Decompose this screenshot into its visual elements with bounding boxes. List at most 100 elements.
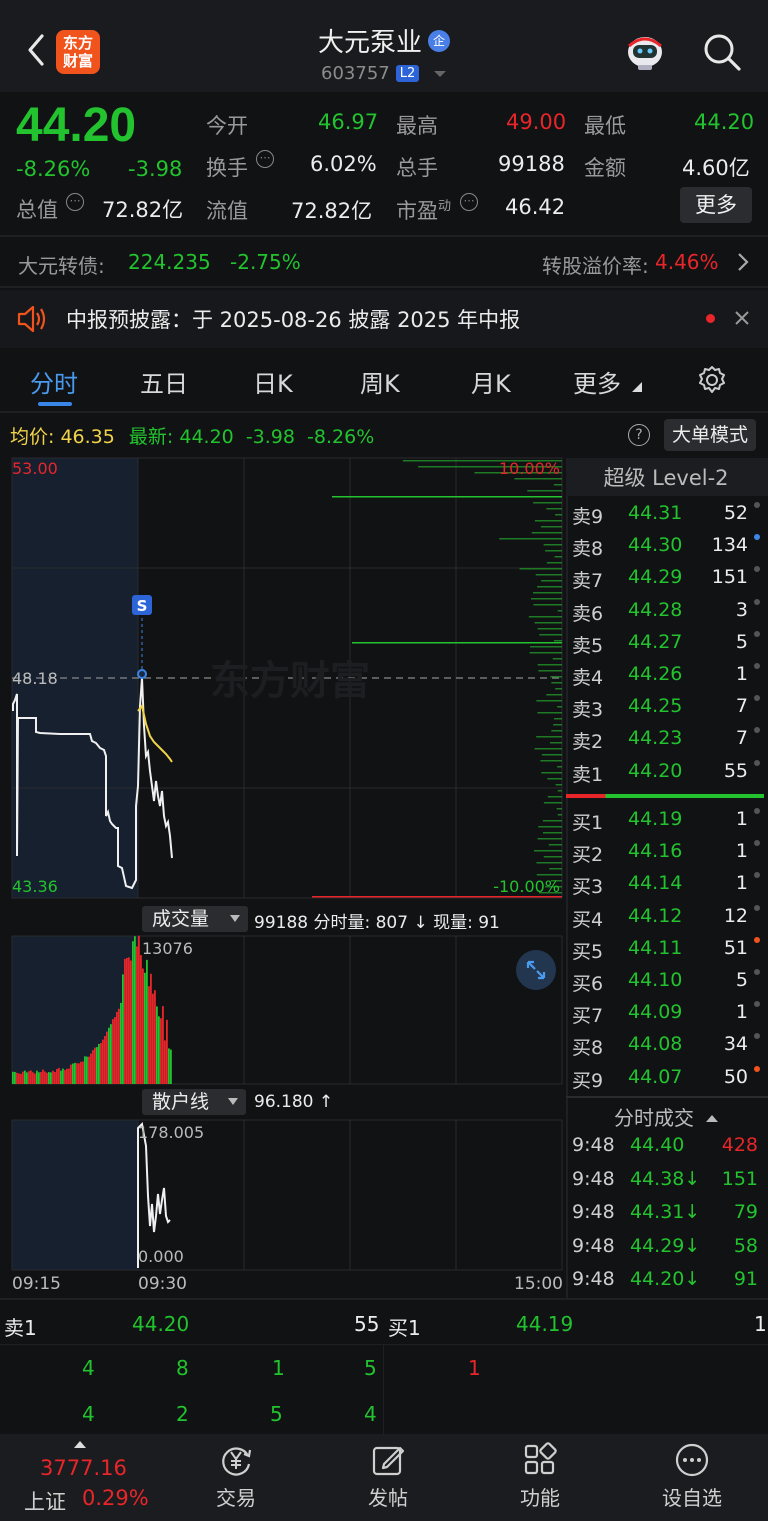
volume-bar bbox=[56, 1069, 58, 1084]
volume-bar bbox=[106, 1032, 108, 1084]
profile-bar bbox=[558, 790, 562, 792]
order-book-row[interactable]: 买8 44.08 34 bbox=[570, 1033, 766, 1065]
retail-dropdown[interactable]: 散户线 bbox=[142, 1089, 246, 1115]
order-price: 44.07 bbox=[628, 1066, 682, 1088]
order-book-row[interactable]: 卖5 44.27 5 bbox=[570, 631, 766, 663]
nav-post[interactable]: 发帖 bbox=[338, 1442, 438, 1511]
tab-monthly-k[interactable]: 月K bbox=[471, 364, 511, 399]
order-level-label: 卖4 bbox=[572, 663, 603, 690]
queue-ask-label: 卖1 bbox=[4, 1312, 37, 1341]
close-icon[interactable] bbox=[734, 310, 750, 326]
volume-stats: 99188 分时量: 807 ↓ 现量: 91 bbox=[254, 908, 500, 933]
price-marker-dot bbox=[138, 670, 146, 678]
info-icon[interactable]: ⋯ bbox=[460, 193, 478, 211]
volume-bar bbox=[68, 1069, 70, 1084]
y-axis-bottom: 43.36 bbox=[12, 877, 58, 896]
more-circle-icon bbox=[674, 1442, 710, 1478]
order-price: 44.31 bbox=[628, 502, 682, 524]
order-book-row[interactable]: 买2 44.16 1 bbox=[570, 840, 766, 872]
help-icon[interactable]: ? bbox=[628, 424, 650, 446]
order-price: 44.09 bbox=[628, 1001, 682, 1023]
order-book-row[interactable]: 买1 44.19 1 bbox=[570, 808, 766, 840]
order-price: 44.12 bbox=[628, 905, 682, 927]
order-book-row[interactable]: 买4 44.12 12 bbox=[570, 905, 766, 937]
profile-bar bbox=[514, 478, 562, 480]
order-book-row[interactable]: 卖8 44.30 134 bbox=[570, 534, 766, 566]
bond-label: 大元转债: bbox=[18, 250, 105, 279]
profile-bar bbox=[549, 868, 562, 870]
order-book-row[interactable]: 买5 44.11 51 bbox=[570, 937, 766, 969]
chart-info-row: 均价: 46.35 最新: 44.20 -3.98 -8.26% bbox=[10, 422, 374, 449]
divider bbox=[0, 286, 768, 288]
pe-label-text: 市盈 bbox=[396, 199, 438, 223]
order-book-row[interactable]: 卖9 44.31 52 bbox=[570, 502, 766, 534]
gear-icon[interactable] bbox=[696, 364, 728, 396]
info-icon[interactable]: ⋯ bbox=[256, 150, 274, 168]
order-book-row[interactable]: 卖6 44.28 3 bbox=[570, 599, 766, 631]
profile-bar bbox=[537, 874, 562, 876]
nav-trade[interactable]: 交易 bbox=[186, 1442, 286, 1511]
info-icon[interactable]: ⋯ bbox=[66, 193, 84, 211]
tab-weekly-k[interactable]: 周K bbox=[360, 364, 400, 399]
search-icon[interactable] bbox=[700, 30, 744, 74]
profile-bar bbox=[545, 550, 562, 552]
volume-bar bbox=[128, 957, 130, 1084]
order-book-row[interactable]: 买9 44.07 50 bbox=[570, 1066, 766, 1098]
volume-bar bbox=[132, 941, 134, 1084]
index-value[interactable]: 3777.16 bbox=[40, 1456, 127, 1480]
tab-daily-k[interactable]: 日K bbox=[253, 364, 293, 399]
order-book-row[interactable]: 卖1 44.20 55 bbox=[570, 760, 766, 792]
assistant-robot-icon[interactable] bbox=[624, 32, 666, 72]
queue-cell: 5 bbox=[364, 1356, 377, 1380]
retail-dropdown-label: 散户线 bbox=[152, 1091, 209, 1113]
profile-bar bbox=[551, 730, 562, 732]
tape-title[interactable]: 分时成交 bbox=[566, 1102, 766, 1131]
float-cap-value: 72.82亿 bbox=[291, 195, 372, 225]
notice-banner[interactable]: 中报预披露：于 2025-08-26 披露 2025 年中报 bbox=[0, 290, 768, 348]
order-dot bbox=[754, 905, 760, 911]
volume-bar bbox=[30, 1070, 32, 1084]
order-level-label: 卖3 bbox=[572, 695, 603, 722]
caret-up-icon bbox=[74, 1440, 86, 1448]
profile-bar bbox=[558, 610, 562, 612]
tape-price: 44.20↓ bbox=[630, 1268, 700, 1290]
nav-add-watchlist[interactable]: 设自选 bbox=[642, 1442, 742, 1511]
profile-bar bbox=[551, 682, 562, 684]
volume-bar bbox=[62, 1069, 64, 1084]
queue-cell: 4 bbox=[364, 1402, 377, 1426]
order-book-row[interactable]: 卖2 44.23 7 bbox=[570, 727, 766, 759]
index-percent[interactable]: 0.29% bbox=[82, 1486, 149, 1510]
tab-more[interactable]: 更多 bbox=[573, 364, 621, 399]
order-volume: 1 bbox=[736, 808, 748, 830]
profile-bar bbox=[557, 706, 562, 708]
nav-functions[interactable]: 功能 bbox=[490, 1442, 590, 1511]
order-book-row[interactable]: 卖7 44.29 151 bbox=[570, 566, 766, 598]
order-volume: 5 bbox=[736, 969, 748, 991]
convertible-bond-row[interactable]: 大元转债: 224.235 -2.75% 转股溢价率: 4.46% bbox=[0, 238, 768, 286]
volume-dropdown[interactable]: 成交量 bbox=[142, 906, 248, 932]
bond-change: -2.75% bbox=[230, 250, 301, 274]
tab-five-day[interactable]: 五日 bbox=[140, 364, 188, 399]
active-tab-indicator bbox=[38, 402, 72, 406]
nav-functions-label: 功能 bbox=[520, 1486, 560, 1510]
intraday-chart[interactable]: 东方财富 S 53.00 48.18 43.36 10.00% -10.00% … bbox=[0, 456, 566, 1298]
level2-title[interactable]: 超级 Level-2 bbox=[566, 462, 766, 492]
more-button[interactable]: 更多 bbox=[680, 187, 752, 223]
tape-row: 9:48 44.38↓ 151 bbox=[572, 1168, 764, 1201]
tape-time: 9:48 bbox=[572, 1201, 615, 1223]
order-book-row[interactable]: 买6 44.10 5 bbox=[570, 969, 766, 1001]
market-cap-value: 72.82亿 bbox=[102, 194, 183, 224]
volume-bar bbox=[20, 1074, 22, 1084]
profile-bar bbox=[312, 896, 562, 898]
index-name[interactable]: 上证 bbox=[24, 1486, 66, 1516]
order-book-row[interactable]: 卖3 44.25 7 bbox=[570, 695, 766, 727]
expand-icon[interactable] bbox=[516, 950, 556, 990]
order-book-row[interactable]: 买7 44.09 1 bbox=[570, 1001, 766, 1033]
chevron-up-icon bbox=[706, 1114, 718, 1122]
big-order-mode-button[interactable]: 大单模式 bbox=[664, 419, 756, 451]
order-book-row[interactable]: 卖4 44.26 1 bbox=[570, 663, 766, 695]
order-book-row[interactable]: 买3 44.14 1 bbox=[570, 872, 766, 904]
profile-bar bbox=[536, 574, 562, 576]
order-level-label: 买4 bbox=[572, 905, 603, 932]
tab-intraday[interactable]: 分时 bbox=[30, 364, 78, 399]
